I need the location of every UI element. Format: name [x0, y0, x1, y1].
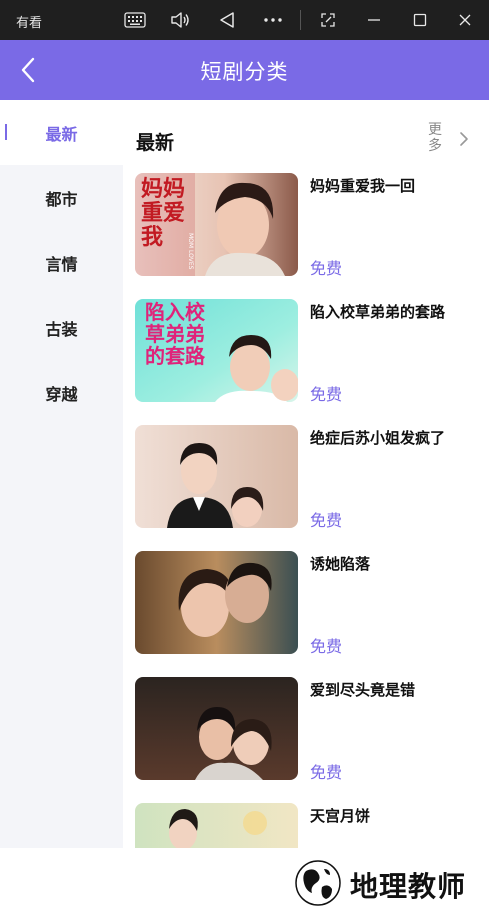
- watermark-logo: 地理教师: [288, 857, 488, 909]
- app-header: 短剧分类: [0, 40, 489, 100]
- price-label: 免费: [310, 511, 343, 530]
- price-label: 免费: [310, 259, 343, 278]
- price-label: 免费: [310, 763, 343, 782]
- drama-card[interactable]: 诱她陷落 免费: [135, 551, 485, 656]
- back-triangle-icon[interactable]: [213, 6, 241, 34]
- drama-card[interactable]: 天宫月饼: [135, 803, 485, 848]
- category-sidebar: 最新 都市 言情 古装 穿越: [0, 100, 123, 848]
- poster-title: 妈妈重爱我: [141, 176, 186, 250]
- poster-title: 陷入校草弟弟的套路: [145, 300, 205, 368]
- poster-image[interactable]: 妈妈重爱我 MOM LOVES: [135, 173, 298, 276]
- sidebar-item-urban[interactable]: 都市: [0, 165, 123, 230]
- poster-image[interactable]: [135, 677, 298, 780]
- chevron-right-icon[interactable]: [457, 130, 471, 148]
- drama-card[interactable]: 绝症后苏小姐发疯了 免费: [135, 425, 485, 530]
- watermark-text: 地理教师: [350, 870, 467, 903]
- drama-title[interactable]: 诱她陷落: [310, 553, 485, 574]
- sidebar-item-time-travel[interactable]: 穿越: [0, 360, 123, 425]
- sidebar-item-label: 最新: [45, 124, 78, 144]
- price-label: 免费: [310, 637, 343, 656]
- drama-card[interactable]: 陷入校草弟弟的套路 陷入校草弟弟的套路 免费: [135, 299, 485, 404]
- sidebar-item-latest[interactable]: 最新: [0, 100, 123, 165]
- drama-title[interactable]: 绝症后苏小姐发疯了: [310, 427, 485, 448]
- minimize-icon[interactable]: [360, 6, 388, 34]
- maximize-icon[interactable]: [406, 6, 434, 34]
- globe-icon: [288, 857, 344, 909]
- sidebar-item-label: 都市: [45, 189, 78, 209]
- active-indicator: [5, 124, 7, 140]
- drama-title[interactable]: 天宫月饼: [310, 805, 485, 826]
- more-link[interactable]: 更多: [425, 122, 445, 154]
- drama-card[interactable]: 妈妈重爱我 MOM LOVES 妈妈重爱我一回 免费: [135, 173, 485, 278]
- drama-title[interactable]: 爱到尽头竟是错: [310, 679, 485, 700]
- sidebar-item-label: 言情: [45, 254, 78, 274]
- page-title: 短剧分类: [200, 60, 289, 84]
- sidebar-item-romance[interactable]: 言情: [0, 230, 123, 295]
- drama-list-panel: 最新 更多 妈妈重爱我 MOM LOVES 妈妈重爱我一回 免费 陷入校草弟弟的…: [123, 100, 489, 848]
- sidebar-item-label: 穿越: [45, 384, 78, 404]
- close-icon[interactable]: [451, 6, 479, 34]
- more-dots-icon[interactable]: [259, 6, 287, 34]
- screenshot-icon[interactable]: [314, 6, 342, 34]
- keyboard-icon[interactable]: [121, 6, 149, 34]
- window-title: 有看: [16, 16, 43, 31]
- poster-subtitle: MOM LOVES: [187, 233, 194, 270]
- poster-image[interactable]: [135, 551, 298, 654]
- poster-image[interactable]: [135, 425, 298, 528]
- price-label: 免费: [310, 385, 343, 404]
- drama-title[interactable]: 陷入校草弟弟的套路: [310, 301, 485, 322]
- sidebar-item-label: 古装: [45, 319, 78, 339]
- drama-title[interactable]: 妈妈重爱我一回: [310, 175, 485, 196]
- poster-image[interactable]: 陷入校草弟弟的套路: [135, 299, 298, 402]
- sidebar-item-costume[interactable]: 古装: [0, 295, 123, 360]
- window-titlebar: 有看: [0, 0, 489, 40]
- drama-card[interactable]: 爱到尽头竟是错 免费: [135, 677, 485, 782]
- section-title: 最新: [136, 132, 175, 154]
- volume-icon[interactable]: [166, 6, 194, 34]
- poster-image[interactable]: [135, 803, 298, 848]
- titlebar-divider: [300, 10, 301, 30]
